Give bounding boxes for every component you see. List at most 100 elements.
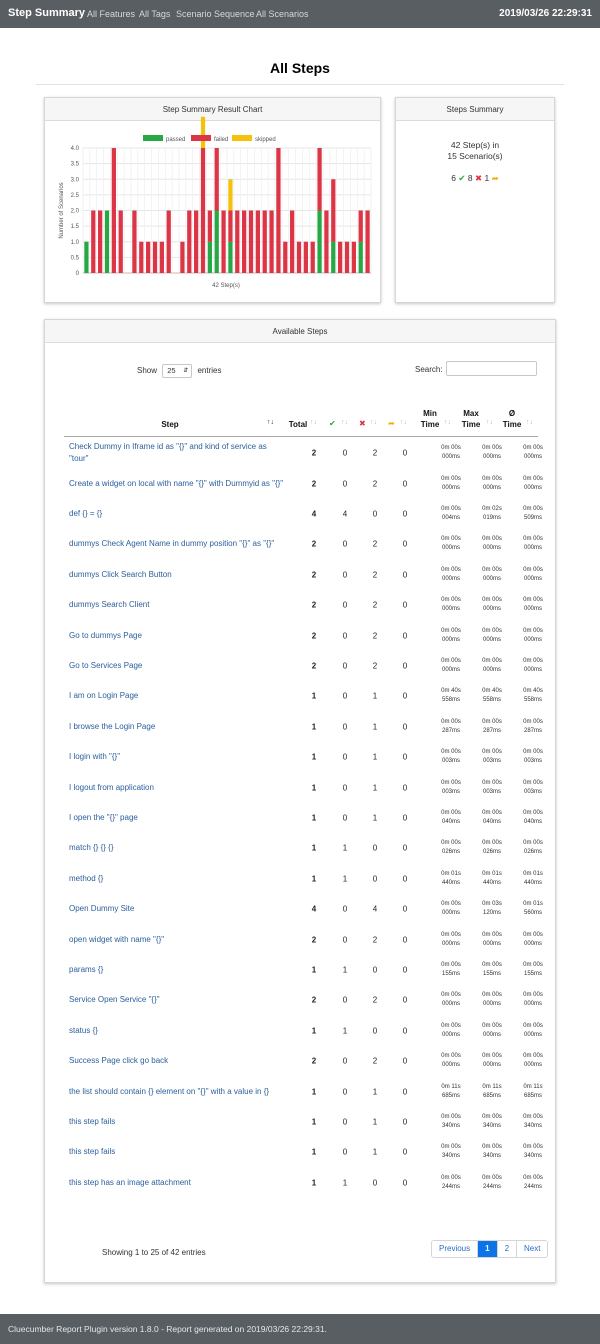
nav-link-all-features[interactable]: All Features xyxy=(87,9,135,19)
skipped-count: 0 xyxy=(402,691,408,701)
step-name-link[interactable]: Open Dummy Site xyxy=(69,903,284,915)
skipped-count: 0 xyxy=(402,843,408,853)
step-name-link[interactable]: def {} = {} xyxy=(69,508,284,520)
failed-count: 2 xyxy=(372,661,378,671)
step-name-link[interactable]: I login with "{}" xyxy=(69,751,284,763)
step-name-link[interactable]: status {} xyxy=(69,1025,284,1037)
skipped-count: 0 xyxy=(402,965,408,975)
step-name-link[interactable]: Go to Services Page xyxy=(69,660,284,672)
skipped-count: 0 xyxy=(402,1026,408,1036)
bar-failed xyxy=(331,179,336,242)
step-name-link[interactable]: dummys Check Agent Name in dummy positio… xyxy=(69,538,284,550)
step-name-link[interactable]: Check Dummy in Iframe id as "{}" and kin… xyxy=(69,441,284,465)
step-name-link[interactable]: I am on Login Page xyxy=(69,690,284,702)
column-header-avg-time[interactable]: Ø Time xyxy=(497,408,527,430)
available-steps-title: Available Steps xyxy=(45,320,555,343)
total-count: 2 xyxy=(311,600,317,610)
pagination-page-2[interactable]: 2 xyxy=(497,1241,518,1257)
failed-count: 0 xyxy=(372,1026,378,1036)
page-size-select[interactable]: 25 ⇵ xyxy=(162,364,193,378)
avg-time: 0m 00s 000ms xyxy=(523,931,543,947)
table-row: params {} 1 1 0 0 0m 00s 155ms 0m 00s 155ms 0m 00… xyxy=(64,955,543,985)
available-steps-card: Available Steps Show 25 ⇵ entries Search:… xyxy=(44,319,556,1283)
avg-time: 0m 00s 000ms xyxy=(523,1022,543,1038)
avg-time: 0m 01s 560ms xyxy=(523,901,543,917)
step-name-link[interactable]: this step fails xyxy=(69,1146,284,1158)
passed-count: 0 xyxy=(342,935,348,945)
step-name-link[interactable]: I logout from application xyxy=(69,782,284,794)
report-timestamp: 2019/03/26 22:29:31 xyxy=(499,8,592,19)
column-header-skipped-arrow-icon[interactable]: ➦ xyxy=(388,418,395,429)
max-time: 0m 00s 000ms xyxy=(482,445,502,461)
total-count: 1 xyxy=(311,843,317,853)
pagination-page-1[interactable]: 1 xyxy=(478,1241,498,1257)
step-name-link[interactable]: dummys Search Client xyxy=(69,599,284,611)
sort-icon[interactable]: ↑↓ xyxy=(400,419,407,426)
skipped-count: 0 xyxy=(402,600,408,610)
footer: Cluecumber Report Plugin version 1.8.0 -… xyxy=(0,1314,600,1344)
avg-time: 0m 00s 000ms xyxy=(523,597,543,613)
chart-card: Step Summary Result Chart 0 0.5 1.0 1.5 2.0 2… xyxy=(44,97,381,303)
column-header-failed-cross-icon[interactable]: ✖ xyxy=(359,418,366,429)
step-name-link[interactable]: params {} xyxy=(69,964,284,976)
step-name-link[interactable]: Success Page click go back xyxy=(69,1055,284,1067)
passed-count: 0 xyxy=(342,661,348,671)
min-time: 0m 00s 000ms xyxy=(441,566,461,582)
failed-count: 2 xyxy=(372,995,378,1005)
step-name-link[interactable]: dummys Click Search Button xyxy=(69,569,284,581)
sort-icon[interactable]: ↑↓ xyxy=(444,419,451,426)
step-name-link[interactable]: I browse the Login Page xyxy=(69,721,284,733)
min-time: 0m 00s 040ms xyxy=(441,809,461,825)
step-name-link[interactable]: method {} xyxy=(69,873,284,885)
nav-link-scenario-sequence[interactable]: Scenario Sequence xyxy=(176,9,255,19)
total-count: 1 xyxy=(311,965,317,975)
step-name-link[interactable]: Go to dummys Page xyxy=(69,630,284,642)
skipped-count: 1 xyxy=(484,173,490,183)
step-name-link[interactable]: Service Open Service "{}" xyxy=(69,994,284,1006)
max-time: 0m 00s 340ms xyxy=(482,1144,502,1160)
sort-icon[interactable]: ↑↓ xyxy=(486,419,493,426)
column-header-total[interactable]: Total xyxy=(285,419,311,430)
table-row: method {} 1 1 0 0 0m 01s 440ms 0m 01s 440ms 0m 01… xyxy=(64,864,543,894)
failed-count: 0 xyxy=(372,509,378,519)
passed-count: 0 xyxy=(342,479,348,489)
passed-count: 0 xyxy=(342,600,348,610)
passed-count: 1 xyxy=(342,874,348,884)
step-name-link[interactable]: open widget with name "{}" xyxy=(69,934,284,946)
column-header-step[interactable]: Step xyxy=(145,419,195,430)
step-name-link[interactable]: this step has an image attachment xyxy=(69,1177,284,1189)
max-time: 0m 00s 000ms xyxy=(482,475,502,491)
min-time: 0m 00s 000ms xyxy=(441,657,461,673)
search-input[interactable] xyxy=(446,361,537,376)
navbar-brand[interactable]: Step Summary xyxy=(8,7,85,19)
step-name-link[interactable]: I open the "{}" page xyxy=(69,812,284,824)
table-row: the list should contain {} element on "{… xyxy=(64,1076,543,1106)
bar-failed xyxy=(242,210,247,273)
column-header-passed-check-icon[interactable]: ✔ xyxy=(329,418,336,429)
passed-count: 1 xyxy=(342,1178,348,1188)
step-name-link[interactable]: the list should contain {} element on "{… xyxy=(69,1086,284,1098)
max-time: 0m 00s 000ms xyxy=(482,627,502,643)
pagination-next[interactable]: Next xyxy=(517,1241,548,1257)
sort-icon[interactable]: ↑↓ xyxy=(370,419,377,426)
failed-count: 1 xyxy=(372,722,378,732)
min-time: 0m 00s 000ms xyxy=(441,901,461,917)
nav-link-all-tags[interactable]: All Tags xyxy=(139,9,170,19)
sort-icon[interactable]: ↑↓ xyxy=(341,419,348,426)
step-name-link[interactable]: Create a widget on local with name "{}" … xyxy=(69,478,284,490)
table-row: dummys Check Agent Name in dummy positio… xyxy=(64,529,543,559)
sort-icon[interactable]: ↑↓ xyxy=(310,419,317,426)
column-header-min-time[interactable]: Min Time xyxy=(415,408,445,430)
nav-link-all-scenarios[interactable]: All Scenarios xyxy=(256,9,309,19)
show-label: Show xyxy=(137,366,158,376)
failed-count: 1 xyxy=(372,813,378,823)
column-header-max-time[interactable]: Max Time xyxy=(456,408,486,430)
sort-icon[interactable]: ↑↓ xyxy=(526,419,533,426)
failed-count: 0 xyxy=(372,1178,378,1188)
step-name-link[interactable]: this step fails xyxy=(69,1116,284,1128)
max-time: 0m 00s 003ms xyxy=(482,749,502,765)
pagination-previous[interactable]: Previous xyxy=(432,1241,479,1257)
sort-asc-icon[interactable]: ↑↓ xyxy=(267,419,274,426)
step-name-link[interactable]: match {} {} {} xyxy=(69,842,284,854)
bar-failed xyxy=(207,210,212,242)
